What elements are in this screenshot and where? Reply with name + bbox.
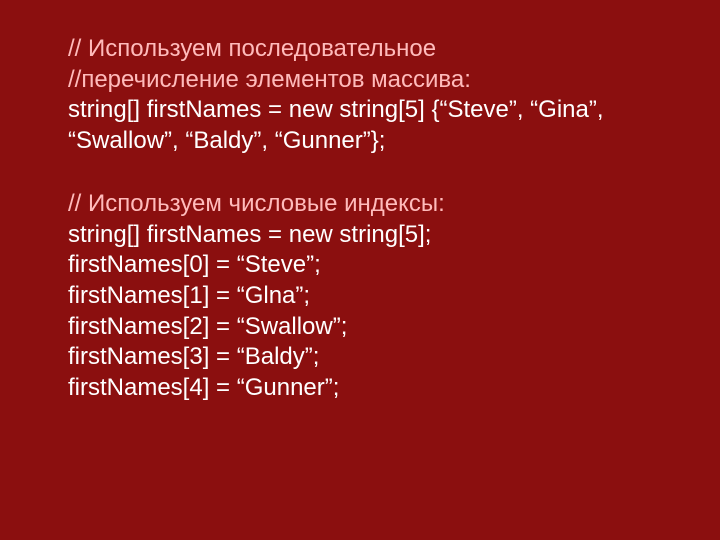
code-line-assign-2: firstNames[2] = “Swallow”; xyxy=(68,312,680,343)
code-line-assign-1: firstNames[1] = “Glna”; xyxy=(68,281,680,312)
code-line-assign-4: firstNames[4] = “Gunner”; xyxy=(68,373,680,404)
comment-line-2: // Используем числовые индексы: xyxy=(68,189,680,220)
comment-line-1a: // Используем последовательное xyxy=(68,34,680,65)
comment-line-1b: //перечисление элементов массива: xyxy=(68,65,680,96)
code-line-assign-0: firstNames[0] = “Steve”; xyxy=(68,250,680,281)
code-line-1: string[] firstNames = new string[5] {“St… xyxy=(68,95,680,156)
blank-gap xyxy=(68,157,680,189)
code-line-assign-3: firstNames[3] = “Baldy”; xyxy=(68,342,680,373)
code-line-2: string[] firstNames = new string[5]; xyxy=(68,220,680,251)
slide: // Используем последовательное //перечис… xyxy=(0,0,720,540)
